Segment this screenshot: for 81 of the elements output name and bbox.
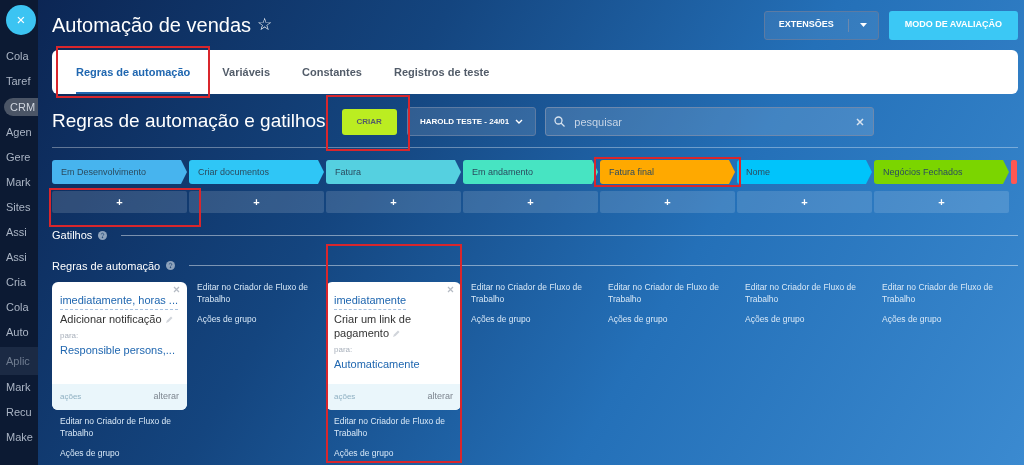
sidebar-item[interactable]: Recu	[0, 400, 38, 425]
stage-tab[interactable]: Criar documentos	[189, 160, 324, 184]
to-label: para:	[60, 329, 80, 342]
sidebar-item[interactable]: Cola	[0, 295, 38, 320]
sidebar-item[interactable]: Make	[0, 425, 38, 450]
sidebar-item[interactable]: Auto	[0, 320, 38, 345]
stage-tab[interactable]: Fatura final	[600, 160, 735, 184]
sidebar-item[interactable]: Agen	[0, 120, 38, 145]
tab[interactable]: Registros de teste	[377, 50, 506, 94]
change-link[interactable]: alterar	[427, 390, 453, 404]
trigger-link[interactable]: imediatamente	[334, 292, 407, 310]
actions-label: ações	[334, 391, 356, 403]
section-heading: Regras de automação e gatilhos	[52, 109, 326, 134]
close-icon[interactable]	[447, 286, 454, 293]
sidebar-item[interactable]: Cria	[0, 270, 38, 295]
sidebar-item[interactable]: CRM	[4, 98, 38, 116]
close-icon[interactable]	[173, 286, 180, 293]
clear-icon[interactable]	[856, 118, 865, 126]
pencil-icon[interactable]	[392, 329, 401, 338]
editor-link[interactable]: Editar no Criador de Fluxo de Trabalho	[463, 282, 598, 306]
pencil-icon[interactable]	[164, 316, 173, 325]
editor-link[interactable]: Editar no Criador de Fluxo de Trabalho	[600, 282, 735, 306]
editor-link[interactable]: Editar no Criador de Fluxo de Trabalho	[52, 416, 187, 440]
add-button[interactable]: +	[600, 191, 735, 213]
editor-link[interactable]: Ações de grupo	[52, 447, 187, 460]
sidebar-item[interactable]: Assi	[0, 220, 38, 245]
to-label: para:	[334, 343, 354, 356]
filter-dropdown[interactable]: HAROLD TESTE - 24/01	[406, 107, 537, 136]
stage-tab[interactable]: Em andamento	[463, 160, 598, 184]
sidebar-item[interactable]: Taref	[0, 69, 38, 94]
tab[interactable]: Variáveis	[206, 50, 287, 94]
tab[interactable]: Constantes	[286, 50, 378, 94]
stage-tab[interactable]: Fatura	[326, 160, 461, 184]
help-icon[interactable]	[98, 230, 108, 240]
help-icon[interactable]	[166, 261, 176, 271]
target-link[interactable]: Responsible persons,...	[60, 341, 179, 359]
sidebar-item[interactable]: Mark	[0, 170, 38, 195]
editor-link[interactable]: Ações de grupo	[463, 313, 598, 326]
editor-link[interactable]: Ações de grupo	[326, 447, 461, 460]
editor-link[interactable]: Ações de grupo	[737, 313, 872, 326]
page-title: Automação de vendas	[52, 13, 252, 38]
create-button[interactable]: CRIAR	[341, 108, 397, 135]
sidebar-item[interactable]: Gere	[0, 145, 38, 170]
editor-link[interactable]: Ações de grupo	[874, 313, 1009, 326]
sidebar-item[interactable]: Aplic	[0, 347, 38, 375]
stage-tab[interactable]: Nome	[737, 160, 872, 184]
action-title: Adicionar notificação	[60, 313, 179, 327]
caret-icon	[859, 23, 867, 27]
editor-link[interactable]: Editar no Criador de Fluxo de Trabalho	[874, 282, 1009, 306]
editor-link[interactable]: Editar no Criador de Fluxo de Trabalho	[737, 282, 872, 306]
chevron-icon	[515, 119, 524, 124]
sidebar-item[interactable]: Cola	[0, 44, 38, 69]
actions-label: ações	[60, 391, 82, 403]
star-icon[interactable]: ☆	[257, 12, 273, 38]
trigger-link[interactable]: imediatamente, horas ...	[60, 292, 178, 310]
editor-link[interactable]: Ações de grupo	[189, 313, 324, 326]
section-title: Regras de automação	[52, 258, 161, 274]
editor-link[interactable]: Editar no Criador de Fluxo de Trabalho	[189, 282, 324, 306]
add-button[interactable]: +	[874, 191, 1009, 213]
add-button[interactable]: +	[52, 191, 187, 213]
search-icon	[554, 116, 566, 127]
search-field[interactable]: pesquisar	[545, 107, 875, 136]
add-button[interactable]: +	[189, 191, 324, 213]
sidebar-item[interactable]: Mark	[0, 375, 38, 400]
tab[interactable]: Regras de automação	[60, 50, 207, 94]
editor-link[interactable]: Editar no Criador de Fluxo de Trabalho	[326, 416, 461, 440]
editor-link[interactable]: Ações de grupo	[600, 313, 735, 326]
sidebar-item[interactable]: Sites	[0, 195, 38, 220]
add-button[interactable]: +	[326, 191, 461, 213]
rule-card[interactable]: imediatamente, horas ... Adicionar notificação para: Responsible persons,... ações alterar	[52, 282, 187, 410]
add-button[interactable]: +	[463, 191, 598, 213]
stage-tab[interactable]: Negócios Fechados	[874, 160, 1009, 184]
add-button[interactable]: +	[737, 191, 872, 213]
rule-card[interactable]: imediatamente Criar um link de pagamento para: Automaticamente ações alterar	[326, 282, 461, 410]
section-title: Gatilhos	[52, 228, 93, 243]
target-link[interactable]: Automaticamente	[334, 355, 453, 372]
stage-tab[interactable]: Em Desenvolvimento	[52, 160, 187, 184]
action-title: Criar um link de pagamento	[334, 313, 413, 341]
sidebar-item[interactable]: Assi	[0, 245, 38, 270]
change-link[interactable]: alterar	[153, 390, 179, 404]
stage-tab[interactable]	[1011, 160, 1017, 184]
